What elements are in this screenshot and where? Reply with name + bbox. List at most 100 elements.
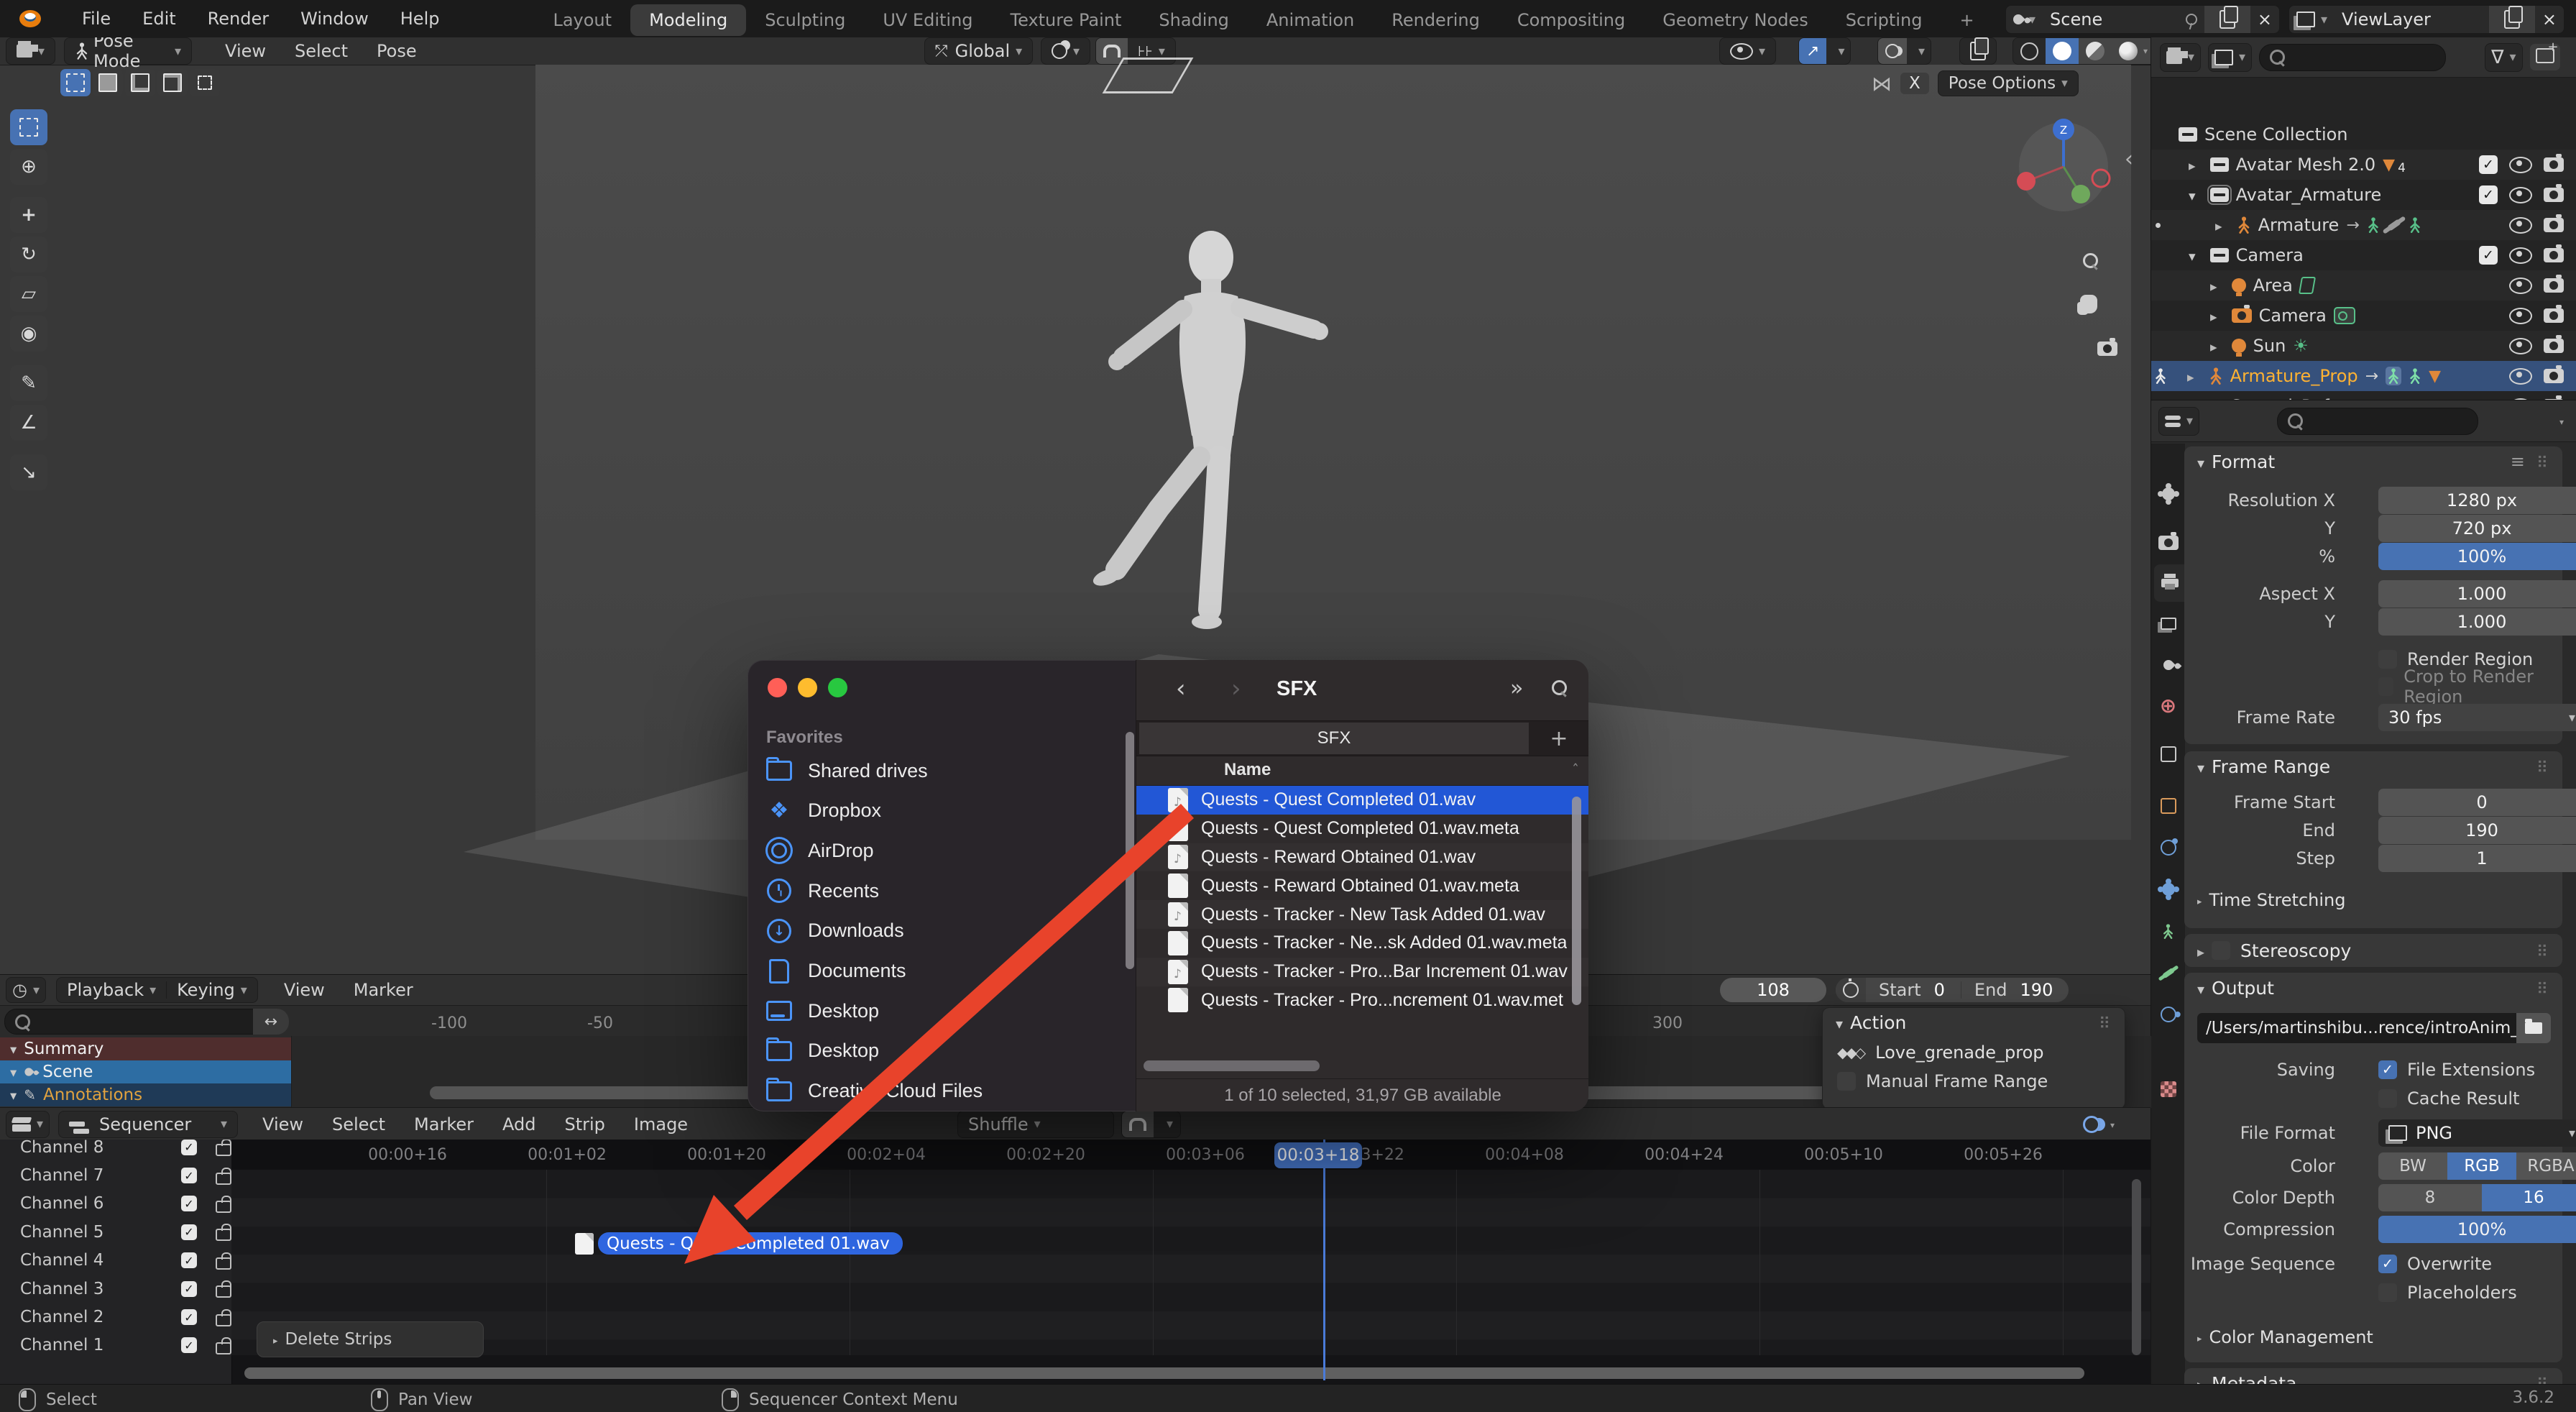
visibility-dropdown[interactable] (1719, 37, 1777, 65)
sequencer-menu-item[interactable]: Strip (550, 1114, 619, 1134)
viewlayer-name[interactable]: ViewLayer (2334, 6, 2489, 33)
frame-end-field[interactable]: 190 (2378, 817, 2576, 844)
channel-lock-icon[interactable] (216, 1280, 231, 1298)
playback-menu[interactable]: Playback (57, 978, 166, 1002)
expand-icon[interactable] (2210, 336, 2225, 356)
character-model[interactable] (992, 216, 1366, 669)
depth-16-button[interactable]: 16 (2482, 1184, 2576, 1211)
channel-lock-icon[interactable] (216, 1195, 231, 1213)
audio-strip[interactable]: Quests - Quest Completed 01.wav (575, 1232, 903, 1255)
range-end-field[interactable]: 190 (2020, 980, 2069, 1000)
properties-editor-dropdown[interactable] (2159, 408, 2199, 435)
workspace-tab[interactable]: Rendering (1373, 4, 1499, 36)
channel-mute-checkbox[interactable]: ✓ (181, 1168, 197, 1184)
finder-tab[interactable]: SFX (1139, 723, 1529, 754)
mirror-x-button[interactable]: X (1900, 73, 1929, 94)
channel-lock-icon[interactable] (216, 1252, 231, 1270)
menu-item[interactable]: Edit (126, 0, 191, 37)
sidebar-collapse-icon[interactable]: ‹ (2125, 147, 2133, 172)
tab-physics[interactable] (2151, 829, 2185, 866)
frame-rate-dropdown[interactable]: 30 fps (2378, 704, 2576, 731)
hide-icon[interactable] (2509, 186, 2532, 203)
finder-file-row[interactable]: Quests - Quest Completed 01.wav.meta (1136, 815, 1588, 843)
subpanel-title[interactable]: Color Management (2209, 1327, 2373, 1347)
remove-viewlayer-icon[interactable]: × (2535, 6, 2564, 33)
sequencer-menu-item[interactable]: Marker (400, 1114, 488, 1134)
sidebar-item[interactable]: Documents (766, 953, 1111, 989)
collapse-icon[interactable] (2189, 245, 2203, 265)
tab-view-layer[interactable] (2151, 605, 2185, 642)
tool-measure[interactable]: ∠ (10, 405, 47, 441)
expand-icon[interactable] (2197, 1373, 2212, 1385)
close-button[interactable] (768, 678, 787, 697)
collapse-icon[interactable] (2197, 451, 2212, 472)
cache-result-checkbox[interactable] (2378, 1089, 2397, 1108)
tab-scene[interactable] (2151, 646, 2185, 684)
tool-transform[interactable]: ◉ (10, 316, 47, 352)
sequencer-h-scrollbar[interactable] (244, 1367, 2084, 1379)
strip-area[interactable] (231, 1170, 2150, 1355)
workspace-tab[interactable]: Animation (1248, 4, 1373, 36)
new-collection-button[interactable] (2529, 40, 2560, 70)
sequencer-menu-item[interactable]: Image (620, 1114, 702, 1134)
sequencer-view-type[interactable]: Sequencer (89, 1111, 215, 1137)
render-visibility-icon[interactable] (2544, 154, 2564, 172)
sort-icon[interactable]: ˆ (1572, 761, 1579, 779)
pan-hand-icon[interactable] (2080, 295, 2097, 313)
tool-rotate[interactable]: ↻ (10, 237, 47, 272)
name-column-header[interactable]: Name (1224, 760, 1271, 780)
expand-icon[interactable] (2187, 366, 2202, 386)
workspace-tab[interactable]: Layout (534, 4, 630, 36)
sequencer-v-scrollbar[interactable] (2132, 1179, 2141, 1355)
hide-icon[interactable] (2509, 277, 2532, 294)
sidebar-item[interactable]: Shared drives (766, 753, 1111, 789)
sidebar-item[interactable]: ↓ Downloads (766, 913, 1111, 949)
finder-file-row[interactable]: Quests - Reward Obtained 01.wav.meta (1136, 871, 1588, 900)
finder-file-row[interactable]: Quests - Tracker - Pro...Bar Increment 0… (1136, 957, 1588, 986)
hide-icon[interactable] (2509, 156, 2532, 173)
camera-view-icon[interactable] (2097, 338, 2118, 356)
tab-world[interactable]: ⊕ (2151, 687, 2185, 724)
action-name[interactable]: Love_grenade_prop (1875, 1042, 2043, 1063)
channel-row[interactable]: Channel 7 ✓ (0, 1161, 231, 1189)
tab-modifiers[interactable] (2151, 787, 2185, 825)
outliner-row[interactable]: Avatar_Armature ✓ (2151, 180, 2576, 210)
expand-icon[interactable] (2210, 275, 2225, 295)
render-visibility-icon[interactable] (2544, 305, 2564, 323)
crop-region-checkbox[interactable] (2378, 677, 2394, 696)
channel-row[interactable]: Channel 8 ✓ (0, 1140, 231, 1161)
depth-8-button[interactable]: 8 (2378, 1184, 2482, 1211)
outliner-row[interactable]: Camera (2151, 301, 2576, 331)
sequencer-ruler[interactable]: 00:00+16 00:01+02 00:01+20 00:02+04 00:02+20… (231, 1140, 2150, 1170)
sidebar-item[interactable]: AirDrop (766, 833, 1111, 868)
overlap-mode-dropdown[interactable]: Shuffle (958, 1111, 1113, 1137)
color-rgb-button[interactable]: RGB (2447, 1152, 2516, 1180)
overlays-toggle[interactable] (1877, 37, 1932, 65)
finder-file-row[interactable]: Quests - Tracker - Pro...ncrement 01.wav… (1136, 986, 1588, 1015)
subpanel-title[interactable]: Time Stretching (2209, 890, 2345, 910)
render-region-checkbox[interactable] (2378, 650, 2397, 669)
render-visibility-icon[interactable] (2544, 244, 2564, 262)
tab-object[interactable] (2151, 735, 2185, 773)
output-path-field[interactable]: /Users/martinshibu...rence/introAnim_03 (2197, 1013, 2516, 1043)
gizmo-toggle[interactable]: ↗ (1798, 37, 1852, 65)
tab-bone-constraints[interactable] (2151, 996, 2185, 1033)
render-visibility-icon[interactable] (2544, 365, 2564, 383)
channel-row[interactable]: Channel 1 ✓ (0, 1331, 231, 1360)
frame-step-field[interactable]: 1 (2378, 845, 2576, 872)
outliner-row[interactable]: Area (2151, 270, 2576, 301)
channel-lock-icon[interactable] (216, 1337, 231, 1354)
properties-search[interactable] (2277, 407, 2479, 435)
file-format-dropdown[interactable]: PNG (2378, 1119, 2576, 1147)
render-visibility-icon[interactable] (2544, 335, 2564, 353)
resolution-percent-slider[interactable]: 100% (2378, 543, 2576, 570)
outliner-row[interactable]: Sun ☀ (2151, 331, 2576, 361)
checkbox[interactable]: ✓ (2479, 155, 2498, 174)
workspace-tab[interactable]: Shading (1140, 4, 1248, 36)
filter-dropdown[interactable]: ∇ (2485, 44, 2521, 71)
sequencer-timeline[interactable]: Channel 8 ✓ Channel 7 ✓ Channel 6 ✓ Chan… (0, 1140, 2150, 1384)
workspace-tab[interactable]: Compositing (1499, 4, 1644, 36)
mirror-icon[interactable]: ⋈ (1872, 72, 1892, 96)
channel-mute-checkbox[interactable]: ✓ (181, 1252, 197, 1269)
select-mode-circle[interactable] (125, 69, 155, 96)
